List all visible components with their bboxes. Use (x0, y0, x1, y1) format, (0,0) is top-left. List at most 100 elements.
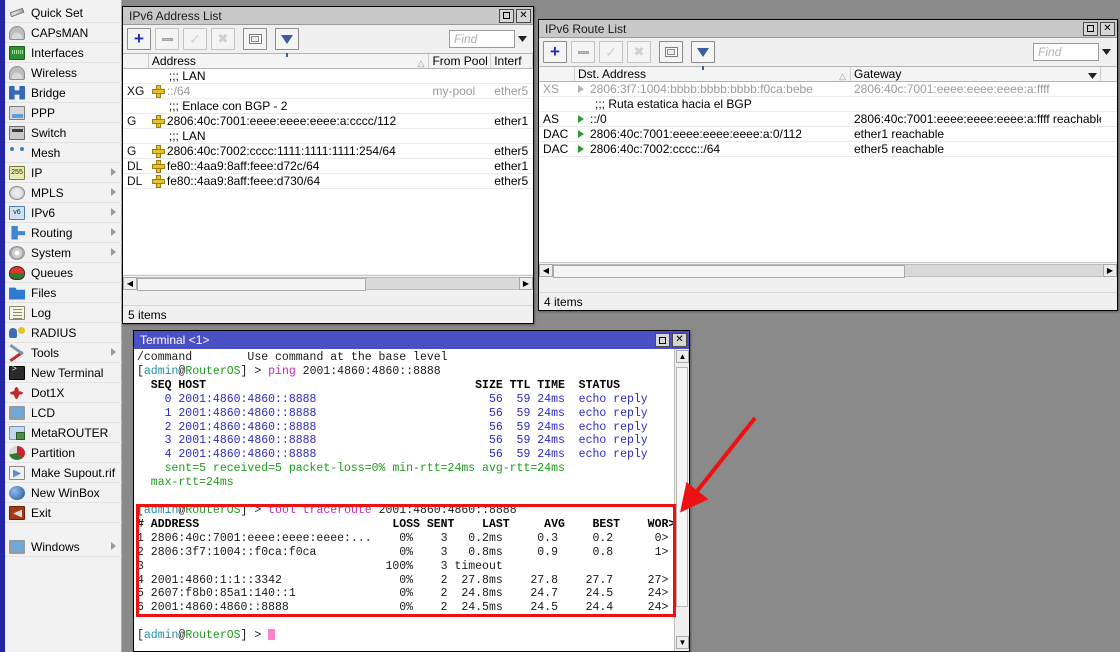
scroll-up-icon[interactable]: ▲ (676, 350, 689, 363)
scroll-down-icon[interactable]: ▼ (676, 636, 689, 649)
partition-icon (9, 445, 25, 461)
add-button[interactable]: + (543, 41, 567, 63)
address-hscrollbar[interactable]: ◀ ▶ (123, 275, 533, 290)
table-row[interactable]: DAC2806:40c:7001:eeee:eeee:eeee:a:0/112e… (539, 127, 1117, 142)
hscroll-trough[interactable] (137, 277, 519, 290)
terminal-output[interactable]: /command Use command at the base level[a… (134, 349, 674, 651)
scroll-right-icon[interactable]: ▶ (519, 277, 533, 290)
row-from-pool: my-pool (429, 84, 491, 98)
table-row[interactable]: XS2806:3f7:1004:bbbb:bbbb:bbbb:f0ca:bebe… (539, 82, 1117, 97)
sidebar-item-interfaces[interactable]: Interfaces (5, 43, 122, 63)
sidebar-item-bridge[interactable]: Bridge (5, 83, 122, 103)
table-row[interactable]: AS::/02806:40c:7001:eeee:eeee:eeee:a:fff… (539, 112, 1117, 127)
sidebar-item-quick-set[interactable]: Quick Set (5, 3, 122, 23)
column-interface[interactable]: Interf (491, 54, 533, 68)
sidebar-item-new-winbox[interactable]: New WinBox (5, 483, 122, 503)
route-hscrollbar[interactable]: ◀ ▶ (539, 262, 1117, 277)
table-row[interactable]: G2806:40c:7002:cccc:1111:1111:1111:254/6… (123, 144, 533, 159)
comment-button[interactable] (243, 28, 267, 50)
vscroll-thumb[interactable] (676, 367, 688, 607)
column-flags[interactable] (123, 54, 149, 68)
table-row[interactable]: ;;; LAN (123, 129, 533, 144)
ipv6-route-list-window[interactable]: IPv6 Route List ✕ + ✓ ✖ Find Dst. Addres… (538, 19, 1118, 311)
hscroll-trough[interactable] (553, 264, 1103, 277)
remove-button[interactable] (571, 41, 595, 63)
sidebar-item-tools[interactable]: Tools (5, 343, 122, 363)
sidebar-item-windows[interactable]: Windows (5, 537, 122, 557)
sidebar-item-lcd[interactable]: LCD (5, 403, 122, 423)
sidebar-item-queues[interactable]: Queues (5, 263, 122, 283)
sidebar-item-files[interactable]: Files (5, 283, 122, 303)
table-row[interactable]: DLfe80::4aa9:8aff:feee:d72c/64ether1 (123, 159, 533, 174)
disable-button[interactable]: ✖ (211, 28, 235, 50)
enable-button[interactable]: ✓ (599, 41, 623, 63)
close-icon[interactable]: ✕ (672, 333, 687, 347)
column-from-pool[interactable]: From Pool (429, 54, 491, 68)
sidebar-item-wireless[interactable]: Wireless (5, 63, 122, 83)
comment-button[interactable] (659, 41, 683, 63)
sort-indicator: △ (418, 56, 425, 68)
sidebar-item-ppp[interactable]: PPP (5, 103, 122, 123)
maximize-button[interactable] (655, 333, 670, 347)
enable-button[interactable]: ✓ (183, 28, 207, 50)
route-window-titlebar[interactable]: IPv6 Route List ✕ (539, 20, 1117, 38)
route-arrow-icon (578, 115, 584, 123)
address-window-titlebar[interactable]: IPv6 Address List ✕ (123, 7, 533, 25)
sidebar-item-metarouter[interactable]: MetaROUTER (5, 423, 122, 443)
sidebar-item-mpls[interactable]: MPLS (5, 183, 122, 203)
column-dst-address[interactable]: Dst. Address△ (575, 67, 851, 81)
sidebar-item-ipv6[interactable]: v6IPv6 (5, 203, 122, 223)
winbox-icon (9, 485, 25, 501)
row-flags (539, 97, 575, 111)
sidebar-item-routing[interactable]: Routing (5, 223, 122, 243)
sidebar-item-switch[interactable]: Switch (5, 123, 122, 143)
column-address[interactable]: Address△ (149, 54, 430, 68)
table-row[interactable]: DAC2806:40c:7002:cccc::/64ether5 reachab… (539, 142, 1117, 157)
column-gateway[interactable]: Gateway (851, 67, 1101, 81)
ipv6-address-list-window[interactable]: IPv6 Address List ✕ + ✓ ✖ Find Address△ … (122, 6, 534, 324)
sidebar-item-make-supout-rif[interactable]: Make Supout.rif (5, 463, 122, 483)
address-window-title: IPv6 Address List (129, 9, 499, 23)
column-flags[interactable] (539, 67, 575, 81)
table-row[interactable]: XG::/64my-poolether5 (123, 84, 533, 99)
sidebar-item-ip[interactable]: 255IP (5, 163, 122, 183)
filter-button[interactable] (275, 28, 299, 50)
find-dropdown-icon[interactable] (1101, 43, 1112, 61)
table-row[interactable]: ;;; LAN (123, 69, 533, 84)
sidebar-item-new-terminal[interactable]: New Terminal (5, 363, 122, 383)
maximize-button[interactable] (1083, 22, 1098, 36)
add-button[interactable]: + (127, 28, 151, 50)
sidebar-item-label: LCD (31, 406, 55, 420)
scroll-left-icon[interactable]: ◀ (539, 264, 553, 277)
table-row[interactable]: G2806:40c:7001:eeee:eeee:eeee:a:cccc/112… (123, 114, 533, 129)
sidebar-item-radius[interactable]: RADIUS (5, 323, 122, 343)
remove-button[interactable] (155, 28, 179, 50)
table-row[interactable]: DLfe80::4aa9:8aff:feee:d730/64ether5 (123, 174, 533, 189)
sidebar-item-capsman[interactable]: CAPsMAN (5, 23, 122, 43)
disable-button[interactable]: ✖ (627, 41, 651, 63)
sidebar-item-exit[interactable]: Exit (5, 503, 122, 523)
find-input[interactable]: Find (449, 30, 515, 48)
row-gateway: 2806:40c:7001:eeee:eeee:eeee:a:ffff (851, 82, 1101, 96)
terminal-window[interactable]: Terminal <1> ✕ /command Use command at t… (133, 330, 690, 652)
scroll-left-icon[interactable]: ◀ (123, 277, 137, 290)
sidebar-item-system[interactable]: System (5, 243, 122, 263)
terminal-titlebar[interactable]: Terminal <1> ✕ (134, 331, 689, 349)
filter-button[interactable] (691, 41, 715, 63)
sidebar-item-dot1x[interactable]: Dot1X (5, 383, 122, 403)
sidebar-item-label: Switch (31, 126, 66, 140)
sidebar-item-mesh[interactable]: Mesh (5, 143, 122, 163)
close-icon[interactable]: ✕ (516, 9, 531, 23)
close-icon[interactable]: ✕ (1100, 22, 1115, 36)
scroll-right-icon[interactable]: ▶ (1103, 264, 1117, 277)
sidebar-item-partition[interactable]: Partition (5, 443, 122, 463)
terminal-vscrollbar[interactable]: ▲ ▼ (674, 349, 689, 651)
sidebar-item-label: PPP (31, 106, 55, 120)
sidebar-item-log[interactable]: Log (5, 303, 122, 323)
find-input[interactable]: Find (1033, 43, 1099, 61)
maximize-button[interactable] (499, 9, 514, 23)
address-window-buttons: ✕ (499, 9, 531, 23)
find-dropdown-icon[interactable] (517, 30, 528, 48)
table-row[interactable]: ;;; Enlace con BGP - 2 (123, 99, 533, 114)
table-row[interactable]: ;;; Ruta estatica hacia el BGP (539, 97, 1117, 112)
